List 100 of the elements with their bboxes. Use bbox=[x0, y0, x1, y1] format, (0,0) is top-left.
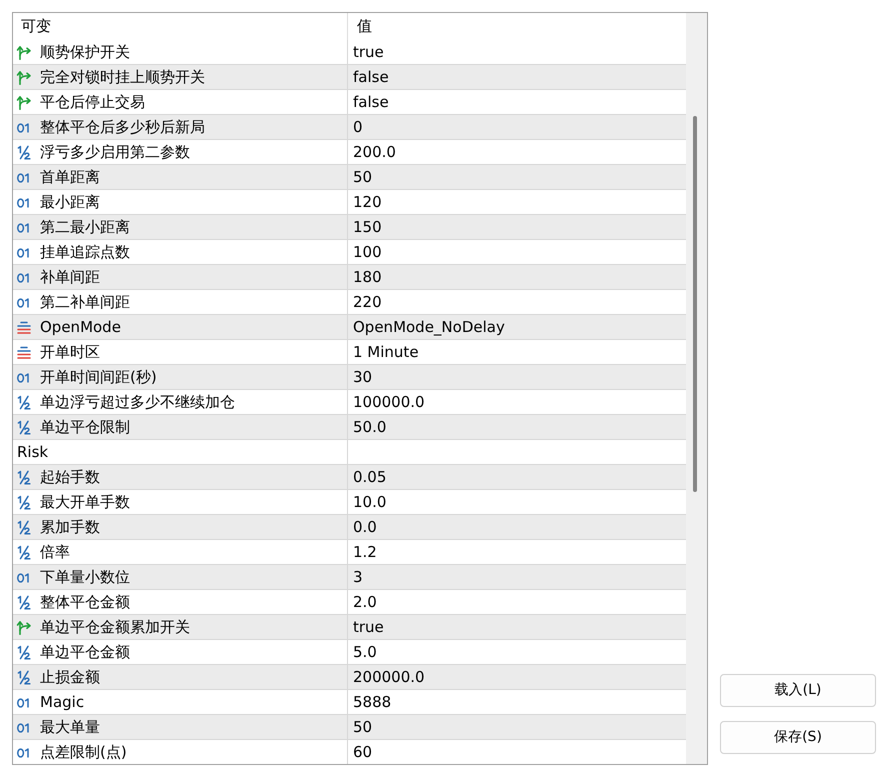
parameter-value[interactable]: 50 bbox=[348, 715, 372, 739]
parameter-name: 点差限制(点) bbox=[40, 742, 127, 763]
parameter-name: 开单时间间距(秒) bbox=[40, 367, 157, 388]
parameter-row[interactable]: 首单距离 50 bbox=[13, 165, 686, 190]
parameter-name: 倍率 bbox=[40, 542, 70, 563]
parameter-value[interactable]: 200.0 bbox=[348, 140, 396, 164]
parameter-value[interactable]: 0 bbox=[348, 115, 363, 139]
parameter-row[interactable]: 平仓后停止交易 false bbox=[13, 90, 686, 115]
parameter-name: 最小距离 bbox=[40, 192, 100, 213]
scrollbar-thumb[interactable] bbox=[693, 116, 697, 492]
parameter-name: 第二补单间距 bbox=[40, 292, 130, 313]
parameter-name: 单边浮亏超过多少不继续加仓 bbox=[40, 392, 235, 413]
parameter-value[interactable]: 50 bbox=[348, 165, 372, 189]
fraction-icon bbox=[16, 520, 32, 534]
parameter-value[interactable]: true bbox=[348, 615, 384, 639]
parameter-row[interactable]: 补单间距 180 bbox=[13, 265, 686, 290]
parameter-row[interactable]: 倍率 1.2 bbox=[13, 540, 686, 565]
parameter-value[interactable]: 0.0 bbox=[348, 515, 377, 539]
parameter-value[interactable]: 150 bbox=[348, 215, 382, 239]
parameter-name: 整体平仓后多少秒后新局 bbox=[40, 117, 205, 138]
fraction-icon bbox=[16, 670, 32, 684]
parameter-value[interactable]: 200000.0 bbox=[348, 665, 425, 689]
parameter-value[interactable]: 100000.0 bbox=[348, 390, 425, 414]
load-button[interactable]: 载入(L) bbox=[720, 674, 876, 707]
branch-arrow-icon bbox=[16, 620, 32, 634]
parameter-name: 补单间距 bbox=[40, 267, 100, 288]
parameter-value[interactable]: 60 bbox=[348, 740, 372, 764]
parameter-row[interactable]: 起始手数 0.05 bbox=[13, 465, 686, 490]
parameter-row[interactable]: 顺势保护开关 true bbox=[13, 40, 686, 65]
parameter-name: 单边平仓金额 bbox=[40, 642, 130, 663]
parameter-value[interactable]: OpenMode_NoDelay bbox=[348, 315, 505, 339]
parameter-value[interactable]: 100 bbox=[348, 240, 382, 264]
parameter-row[interactable]: 单边浮亏超过多少不继续加仓 100000.0 bbox=[13, 390, 686, 415]
parameter-value[interactable]: 1.2 bbox=[348, 540, 377, 564]
parameter-name: OpenMode bbox=[40, 317, 121, 338]
parameter-value[interactable]: 5888 bbox=[348, 690, 392, 714]
parameter-value[interactable]: 120 bbox=[348, 190, 382, 214]
fraction-icon bbox=[16, 420, 32, 434]
parameter-name: 累加手数 bbox=[40, 517, 100, 538]
parameter-row[interactable]: Magic 5888 bbox=[13, 690, 686, 715]
parameter-value[interactable]: 0.05 bbox=[348, 465, 386, 489]
parameter-value[interactable]: 220 bbox=[348, 290, 382, 314]
fraction-icon bbox=[16, 144, 32, 160]
parameter-name: 整体平仓金额 bbox=[40, 592, 130, 613]
parameter-name: Magic bbox=[40, 692, 84, 713]
parameter-value[interactable]: 2.0 bbox=[348, 590, 377, 614]
parameter-row[interactable]: 浮亏多少启用第二参数 200.0 bbox=[13, 140, 686, 165]
parameter-row[interactable]: 第二最小距离 150 bbox=[13, 215, 686, 240]
fraction-icon bbox=[16, 394, 32, 410]
parameter-row[interactable]: 止损金额 200000.0 bbox=[13, 665, 686, 690]
parameter-row[interactable]: 开单时区 1 Minute bbox=[13, 340, 686, 365]
parameter-row[interactable]: 最大单量 50 bbox=[13, 715, 686, 740]
stacked-lines-icon bbox=[16, 320, 32, 334]
parameter-row[interactable]: 最小距离 120 bbox=[13, 190, 686, 215]
parameter-row[interactable]: 下单量小数位 3 bbox=[13, 565, 686, 590]
parameter-name: 单边平仓限制 bbox=[40, 417, 130, 438]
parameter-value[interactable]: 50.0 bbox=[348, 415, 386, 439]
parameter-name: 开单时区 bbox=[40, 342, 100, 363]
parameter-name: 止损金额 bbox=[40, 667, 100, 688]
parameter-name: 顺势保护开关 bbox=[40, 42, 130, 63]
fraction-icon bbox=[16, 594, 32, 610]
parameter-row[interactable]: 单边平仓金额累加开关 true bbox=[13, 615, 686, 640]
parameter-name: 起始手数 bbox=[40, 467, 100, 488]
fraction-icon bbox=[16, 544, 32, 560]
parameter-name: 下单量小数位 bbox=[40, 567, 130, 588]
parameter-row[interactable]: 挂单追踪点数 100 bbox=[13, 240, 686, 265]
branch-arrow-icon bbox=[16, 44, 32, 60]
stacked-lines-icon bbox=[16, 344, 32, 360]
parameter-row[interactable]: 最大开单手数 10.0 bbox=[13, 490, 686, 515]
parameter-row[interactable]: OpenMode OpenMode_NoDelay bbox=[13, 315, 686, 340]
parameter-value[interactable]: false bbox=[348, 65, 389, 89]
parameter-name: 挂单追踪点数 bbox=[40, 242, 130, 263]
parameter-row[interactable]: 单边平仓金额 5.0 bbox=[13, 640, 686, 665]
parameter-row[interactable]: 整体平仓金额 2.0 bbox=[13, 590, 686, 615]
parameter-row[interactable]: 完全对锁时挂上顺势开关 false bbox=[13, 65, 686, 90]
fraction-icon bbox=[16, 470, 32, 484]
parameter-value[interactable]: false bbox=[348, 90, 389, 114]
parameter-name: 首单距离 bbox=[40, 167, 100, 188]
parameter-row[interactable]: Risk bbox=[13, 440, 686, 465]
parameter-row[interactable]: 整体平仓后多少秒后新局 0 bbox=[13, 115, 686, 140]
parameter-row[interactable]: 累加手数 0.0 bbox=[13, 515, 686, 540]
parameter-name: 单边平仓金额累加开关 bbox=[40, 617, 190, 638]
parameter-row[interactable]: 第二补单间距 220 bbox=[13, 290, 686, 315]
parameter-row[interactable]: 开单时间间距(秒) 30 bbox=[13, 365, 686, 390]
group-name: Risk bbox=[17, 442, 48, 463]
parameter-value[interactable]: 5.0 bbox=[348, 640, 377, 664]
save-button[interactable]: 保存(S) bbox=[720, 721, 876, 754]
fraction-icon bbox=[16, 644, 32, 660]
fraction-icon bbox=[16, 494, 32, 510]
column-header[interactable]: 值 bbox=[348, 13, 372, 40]
parameter-name: 最大开单手数 bbox=[40, 492, 130, 513]
parameter-value[interactable]: 10.0 bbox=[348, 490, 386, 514]
parameter-value[interactable]: 180 bbox=[348, 265, 382, 289]
parameter-row[interactable]: 单边平仓限制 50.0 bbox=[13, 415, 686, 440]
parameter-value[interactable]: 1 Minute bbox=[348, 340, 419, 364]
parameter-name: 浮亏多少启用第二参数 bbox=[40, 142, 190, 163]
parameter-value[interactable]: 30 bbox=[348, 365, 372, 389]
parameter-value[interactable]: 3 bbox=[348, 565, 363, 589]
parameter-name: 完全对锁时挂上顺势开关 bbox=[40, 67, 205, 88]
parameter-value[interactable]: true bbox=[348, 40, 384, 64]
